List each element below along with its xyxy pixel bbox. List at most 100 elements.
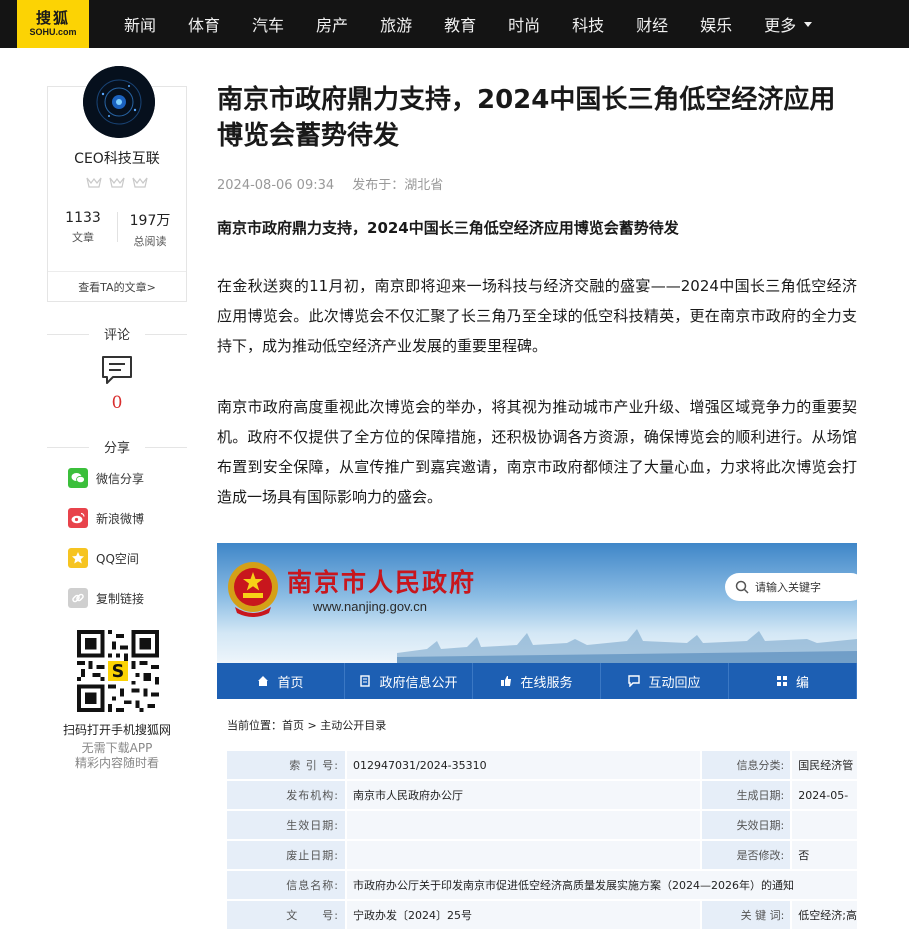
author-avatar[interactable] <box>83 66 155 138</box>
table-cell-value: 否 <box>790 839 857 871</box>
document-icon <box>360 675 371 687</box>
table-cell-value: 2024-05- <box>790 779 857 811</box>
link-icon <box>68 588 88 608</box>
gov-info-table: 索 引 号: 012947031/2024-35310 信息分类: 国民经济管 … <box>225 749 857 931</box>
nav-item-travel[interactable]: 旅游 <box>364 12 428 36</box>
gov-nav-interaction: 互动回应 <box>601 663 729 699</box>
gov-site-nav: 首页 政府信息公开 在线服务 互动回应 编 <box>217 663 857 699</box>
gov-nav-more: 编 <box>729 663 857 699</box>
nav-item-finance[interactable]: 财经 <box>620 12 684 36</box>
view-author-articles-link[interactable]: 查看TA的文章> <box>47 279 187 295</box>
nav-item-house[interactable]: 房产 <box>300 12 364 36</box>
share-weibo-button[interactable]: 新浪微博 <box>68 507 144 529</box>
reads-stat: 197万 总阅读 <box>122 210 178 249</box>
table-row: 文 号: 宁政办发〔2024〕25号 关 键 词: 低空经济;高 <box>225 899 857 931</box>
qr-subtitle-line1: 无需下载APP <box>81 741 153 755</box>
gov-nav-home: 首页 <box>217 663 345 699</box>
article-paragraph: 南京市政府高度重视此次博览会的举办，将其视为推动城市产业升级、增强区域竞争力的重… <box>217 398 857 506</box>
share-qzone-button[interactable]: QQ空间 <box>68 547 139 569</box>
nav-item-tech[interactable]: 科技 <box>556 12 620 36</box>
nav-item-news[interactable]: 新闻 <box>108 12 172 36</box>
search-icon <box>735 580 749 594</box>
gov-breadcrumb-path: 首页 > 主动公开目录 <box>282 719 387 732</box>
author-name[interactable]: CEO科技互联 <box>47 148 187 168</box>
gov-nav-home-label: 首页 <box>277 675 304 691</box>
articles-count: 1133 <box>65 210 101 226</box>
nav-item-fashion[interactable]: 时尚 <box>492 12 556 36</box>
comments-section-title: 评论 <box>47 324 187 343</box>
qr-subtitle-line2: 精彩内容随时看 <box>74 756 159 770</box>
table-cell-label: 文 号: <box>225 899 347 931</box>
table-cell-value: 低空经济;高 <box>790 899 857 931</box>
table-cell-value <box>790 809 857 841</box>
gov-search-input: 请输入关键字 <box>725 573 857 601</box>
gov-nav-interaction-label: 互动回应 <box>648 675 701 691</box>
nav-item-sports[interactable]: 体育 <box>172 12 236 36</box>
gov-breadcrumb-label: 当前位置： <box>227 719 282 732</box>
table-cell-value <box>344 809 703 841</box>
sohu-logo[interactable]: 搜狐 SOHU.com <box>17 0 89 48</box>
table-cell-label: 是否修改: <box>700 839 793 871</box>
weibo-icon <box>68 508 88 528</box>
articles-stat: 1133 文章 <box>55 210 111 245</box>
article-paragraph: 在金秋送爽的11月初，南京即将迎来一场科技与经济交融的盛宴——2024中国长三角… <box>217 277 857 355</box>
qr-title: 扫码打开手机搜狐网 <box>62 723 171 737</box>
nav-more-button[interactable]: 更多 <box>748 12 813 36</box>
comment-icon[interactable] <box>101 355 133 385</box>
article-title: 南京市政府鼎力支持，2024中国长三角低空经济应用博览会蓄势待发 <box>217 85 836 151</box>
table-row: 生效日期: 失效日期: <box>225 809 857 841</box>
reads-count: 197万 <box>129 213 171 229</box>
stat-divider <box>117 212 118 242</box>
author-badges <box>86 176 148 188</box>
table-cell-value: 宁政办发〔2024〕25号 <box>344 899 703 931</box>
table-row: 发布机构: 南京市人民政府办公厅 生成日期: 2024-05- <box>225 779 857 811</box>
article-lead: 南京市政府鼎力支持，2024中国长三角低空经济应用博览会蓄势待发 <box>217 219 679 237</box>
badge-icon <box>132 177 148 188</box>
grid-icon <box>776 676 787 686</box>
share-section-title: 分享 <box>47 437 187 456</box>
copy-link-button[interactable]: 复制链接 <box>68 587 144 609</box>
city-skyline-graphic <box>397 629 857 663</box>
table-cell-label: 信息名称: <box>225 869 347 901</box>
article-meta: 2024-08-06 09:34 发布于：湖北省 <box>217 174 443 193</box>
gov-search-placeholder: 请输入关键字 <box>755 581 821 594</box>
nav-item-auto[interactable]: 汽车 <box>236 12 300 36</box>
table-cell-label: 索 引 号: <box>225 749 347 781</box>
nav-more-label: 更多 <box>764 16 797 35</box>
table-cell-value: 南京市人民政府办公厅 <box>344 779 703 811</box>
card-divider <box>48 271 186 272</box>
svg-text:S: S <box>112 662 125 682</box>
table-cell-label: 废止日期: <box>225 839 347 871</box>
qr-subtitle: 无需下载APP 精彩内容随时看 <box>47 741 187 771</box>
channel-nav: 新闻 体育 汽车 房产 旅游 教育 时尚 科技 财经 娱乐 更多 <box>108 0 813 48</box>
qzone-icon <box>68 548 88 568</box>
nav-item-education[interactable]: 教育 <box>428 12 492 36</box>
wechat-icon <box>68 468 88 488</box>
table-row: 信息名称: 市政府办公厅关于印发南京市促进低空经济高质量发展实施方案（2024—… <box>225 869 857 901</box>
table-row: 废止日期: 是否修改: 否 <box>225 839 857 871</box>
publish-date: 2024-08-06 09:34 <box>217 178 335 193</box>
article-image: 南京市人民政府 www.nanjing.gov.cn 请输入关键字 首页 政府信… <box>217 543 857 935</box>
chevron-down-icon <box>804 21 813 27</box>
share-qzone-label: QQ空间 <box>96 551 139 566</box>
gov-site-banner: 南京市人民政府 www.nanjing.gov.cn 请输入关键字 <box>217 543 857 663</box>
home-icon <box>258 676 269 686</box>
gov-nav-info: 政府信息公开 <box>345 663 473 699</box>
table-cell-value: 012947031/2024-35310 <box>344 749 703 781</box>
logo-text-en: SOHU.com <box>29 27 77 37</box>
national-emblem-icon <box>228 562 278 617</box>
gov-nav-service-label: 在线服务 <box>520 675 573 691</box>
gov-nav-info-label: 政府信息公开 <box>379 675 458 691</box>
gov-nav-service: 在线服务 <box>473 663 601 699</box>
logo-text-cn: 搜狐 <box>35 9 70 27</box>
nav-item-entertainment[interactable]: 娱乐 <box>684 12 748 36</box>
share-wechat-button[interactable]: 微信分享 <box>68 467 144 489</box>
table-cell-label: 关 键 词: <box>700 899 793 931</box>
comment-count[interactable]: 0 <box>47 393 187 413</box>
gov-site-url: www.nanjing.gov.cn <box>313 599 427 614</box>
top-nav-bar: 搜狐 SOHU.com 新闻 体育 汽车 房产 旅游 教育 时尚 科技 财经 娱… <box>0 0 909 48</box>
chat-icon <box>628 675 641 687</box>
badge-icon <box>109 177 125 188</box>
share-wechat-label: 微信分享 <box>96 471 145 486</box>
badge-icon <box>86 177 102 188</box>
